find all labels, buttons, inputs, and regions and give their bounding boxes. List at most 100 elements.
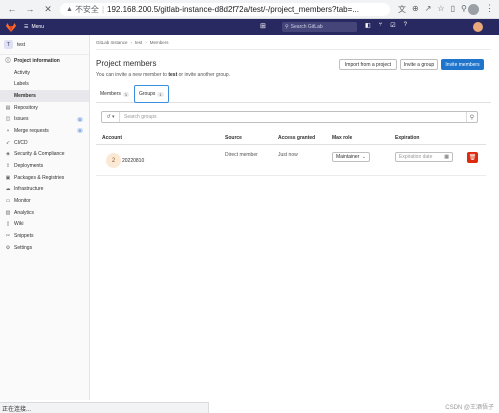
- browser-menu-icon[interactable]: ⋮: [485, 3, 494, 14]
- sidebar-project-header[interactable]: T test: [0, 35, 89, 55]
- sidebar-item-packages[interactable]: ▣ Packages & Registries: [0, 172, 89, 184]
- address-bar[interactable]: ▲ 不安全 | 192.168.200.5/gitlab-instance-d8…: [60, 2, 390, 16]
- hamburger-icon: ☰: [24, 24, 29, 30]
- address-separator: |: [101, 4, 105, 14]
- column-header-expiration: Expiration: [395, 135, 420, 141]
- sidebar-item-members[interactable]: Members: [0, 90, 89, 102]
- column-header-source: Source: [225, 135, 242, 141]
- sidebar-item-analytics[interactable]: ▥ Analytics: [0, 207, 89, 219]
- back-icon[interactable]: ←: [6, 3, 18, 15]
- zoom-icon[interactable]: ⊕: [412, 4, 419, 15]
- translate-icon[interactable]: 文: [398, 4, 406, 15]
- sidebar-item-project-information[interactable]: ⓘ Project information: [0, 55, 89, 67]
- remove-member-button[interactable]: 🗑: [467, 152, 478, 163]
- column-header-access-granted: Access granted: [278, 135, 316, 141]
- issues-header-icon[interactable]: ◧: [365, 22, 371, 29]
- stop-icon[interactable]: ✕: [42, 3, 54, 15]
- package-icon: ▣: [5, 174, 11, 181]
- group-filter-bar: ↺ ▾ Search groups ⚲: [101, 111, 478, 123]
- members-tabs: Members 1 Groups 1: [96, 85, 491, 103]
- search-input[interactable]: ⚲ Search GitLab: [282, 22, 357, 32]
- menu-button[interactable]: ☰ Menu: [24, 24, 44, 30]
- breadcrumb-item[interactable]: Members: [150, 40, 169, 45]
- sidebar-item-labels[interactable]: Labels: [0, 78, 89, 90]
- merge-request-icon: ⑂: [6, 127, 10, 134]
- sidebar-item-snippets[interactable]: ✂ Snippets: [0, 230, 89, 242]
- sidebar-item-wiki[interactable]: ▯ Wiki: [0, 219, 89, 231]
- breadcrumb-item[interactable]: GitLab Instance: [96, 40, 128, 45]
- share-icon[interactable]: ↗: [425, 4, 432, 15]
- issues-icon: ◫: [5, 116, 11, 123]
- column-header-max-role: Max role: [332, 135, 353, 141]
- search-placeholder: Search GitLab: [290, 24, 323, 30]
- source-text: Direct member: [225, 152, 258, 158]
- help-icon[interactable]: ?: [404, 22, 407, 29]
- project-avatar: T: [4, 40, 13, 49]
- todos-icon[interactable]: ☑: [390, 22, 395, 29]
- page-subtitle: You can invite a new member to test or i…: [96, 72, 231, 78]
- search-icon[interactable]: ⚲: [466, 112, 477, 122]
- main-content: GitLab Instance › test › Members Project mem…: [91, 35, 499, 400]
- sidebar-item-infrastructure[interactable]: ☁ Infrastructure: [0, 184, 89, 196]
- sidebar-item-activity[interactable]: Activity: [0, 67, 89, 79]
- gitlab-logo-icon[interactable]: [6, 22, 16, 32]
- insecure-label: 不安全: [74, 4, 99, 14]
- monitor-icon: ▭: [5, 198, 11, 205]
- import-from-project-button[interactable]: Import from a project: [339, 59, 397, 70]
- max-role-select[interactable]: Maintainer ⌄: [332, 152, 370, 162]
- sidebar-item-issues[interactable]: ◫ Issues 0: [0, 113, 89, 125]
- page-title: Project members: [96, 59, 157, 68]
- table-header: Account Source Access granted Max role E…: [96, 131, 486, 145]
- project-sidebar: T test ⓘ Project information Activity La…: [0, 35, 90, 400]
- search-groups-input[interactable]: Search groups: [124, 114, 157, 120]
- gitlab-header: ☰ Menu ⊞ ⚲ Search GitLab ◧ ⑂ ☑ ?: [0, 19, 499, 35]
- issues-count-badge: 0: [76, 116, 83, 122]
- merge-requests-count-badge: 0: [76, 128, 83, 134]
- sidebar-toggle-icon[interactable]: ▯: [451, 4, 455, 15]
- forward-icon[interactable]: →: [24, 3, 36, 15]
- extensions-icon[interactable]: ⚲: [461, 4, 467, 15]
- browser-profile-avatar[interactable]: [468, 4, 479, 15]
- calendar-icon: ▦: [444, 154, 449, 160]
- rocket-icon: ➶: [5, 139, 11, 146]
- gear-icon: ⚙: [5, 244, 11, 251]
- browser-status-bar: 正在连接...: [0, 402, 209, 413]
- star-icon[interactable]: ☆: [437, 4, 444, 15]
- trash-icon: 🗑: [468, 155, 477, 161]
- merge-requests-header-icon[interactable]: ⑂: [379, 22, 383, 29]
- snippet-icon: ✂: [5, 233, 11, 240]
- invite-group-button[interactable]: Invite a group: [400, 59, 438, 70]
- url-text: 192.168.200.5/gitlab-instance-d8d2f72a/t…: [107, 4, 359, 14]
- sidebar-item-merge-requests[interactable]: ⑂ Merge requests 0: [0, 125, 89, 137]
- sidebar-item-settings[interactable]: ⚙ Settings: [0, 242, 89, 254]
- sidebar-item-security[interactable]: ◈ Security & Compliance: [0, 149, 89, 161]
- invite-members-button[interactable]: Invite members: [441, 59, 484, 70]
- sidebar-item-cicd[interactable]: ➶ CI/CD: [0, 137, 89, 149]
- expiration-date-input[interactable]: Expiration date ▦: [395, 152, 453, 162]
- breadcrumb: GitLab Instance › test › Members: [96, 40, 169, 45]
- tab-groups[interactable]: Groups 1: [134, 85, 169, 103]
- column-header-account: Account: [102, 135, 122, 141]
- breadcrumb-item[interactable]: test: [135, 40, 142, 45]
- sidebar-item-deployments[interactable]: ⇪ Deployments: [0, 160, 89, 172]
- table-row: 2 20220810 Direct member Just now Mainta…: [96, 146, 486, 176]
- sidebar-item-repository[interactable]: ▤ Repository: [0, 102, 89, 114]
- sidebar-item-monitor[interactable]: ▭ Monitor: [0, 195, 89, 207]
- new-item-icon[interactable]: ⊞: [260, 22, 266, 30]
- avatar: 2: [106, 153, 121, 168]
- breadcrumb-divider: [96, 49, 491, 50]
- tab-count-badge: 1: [122, 91, 130, 97]
- project-name: test: [17, 41, 26, 48]
- tab-count-badge: 1: [157, 91, 164, 97]
- deployments-icon: ⇪: [5, 163, 11, 170]
- menu-label: Menu: [31, 24, 44, 30]
- tab-members[interactable]: Members 1: [100, 85, 130, 103]
- search-icon: ⚲: [285, 24, 289, 30]
- warning-icon: ▲: [66, 5, 73, 13]
- history-dropdown-icon[interactable]: ↺ ▾: [102, 112, 120, 122]
- account-name[interactable]: 20220810: [122, 158, 144, 164]
- user-avatar[interactable]: [473, 22, 483, 32]
- chart-icon: ▥: [5, 209, 11, 216]
- access-granted-text: Just now: [278, 152, 298, 158]
- cloud-icon: ☁: [5, 186, 11, 193]
